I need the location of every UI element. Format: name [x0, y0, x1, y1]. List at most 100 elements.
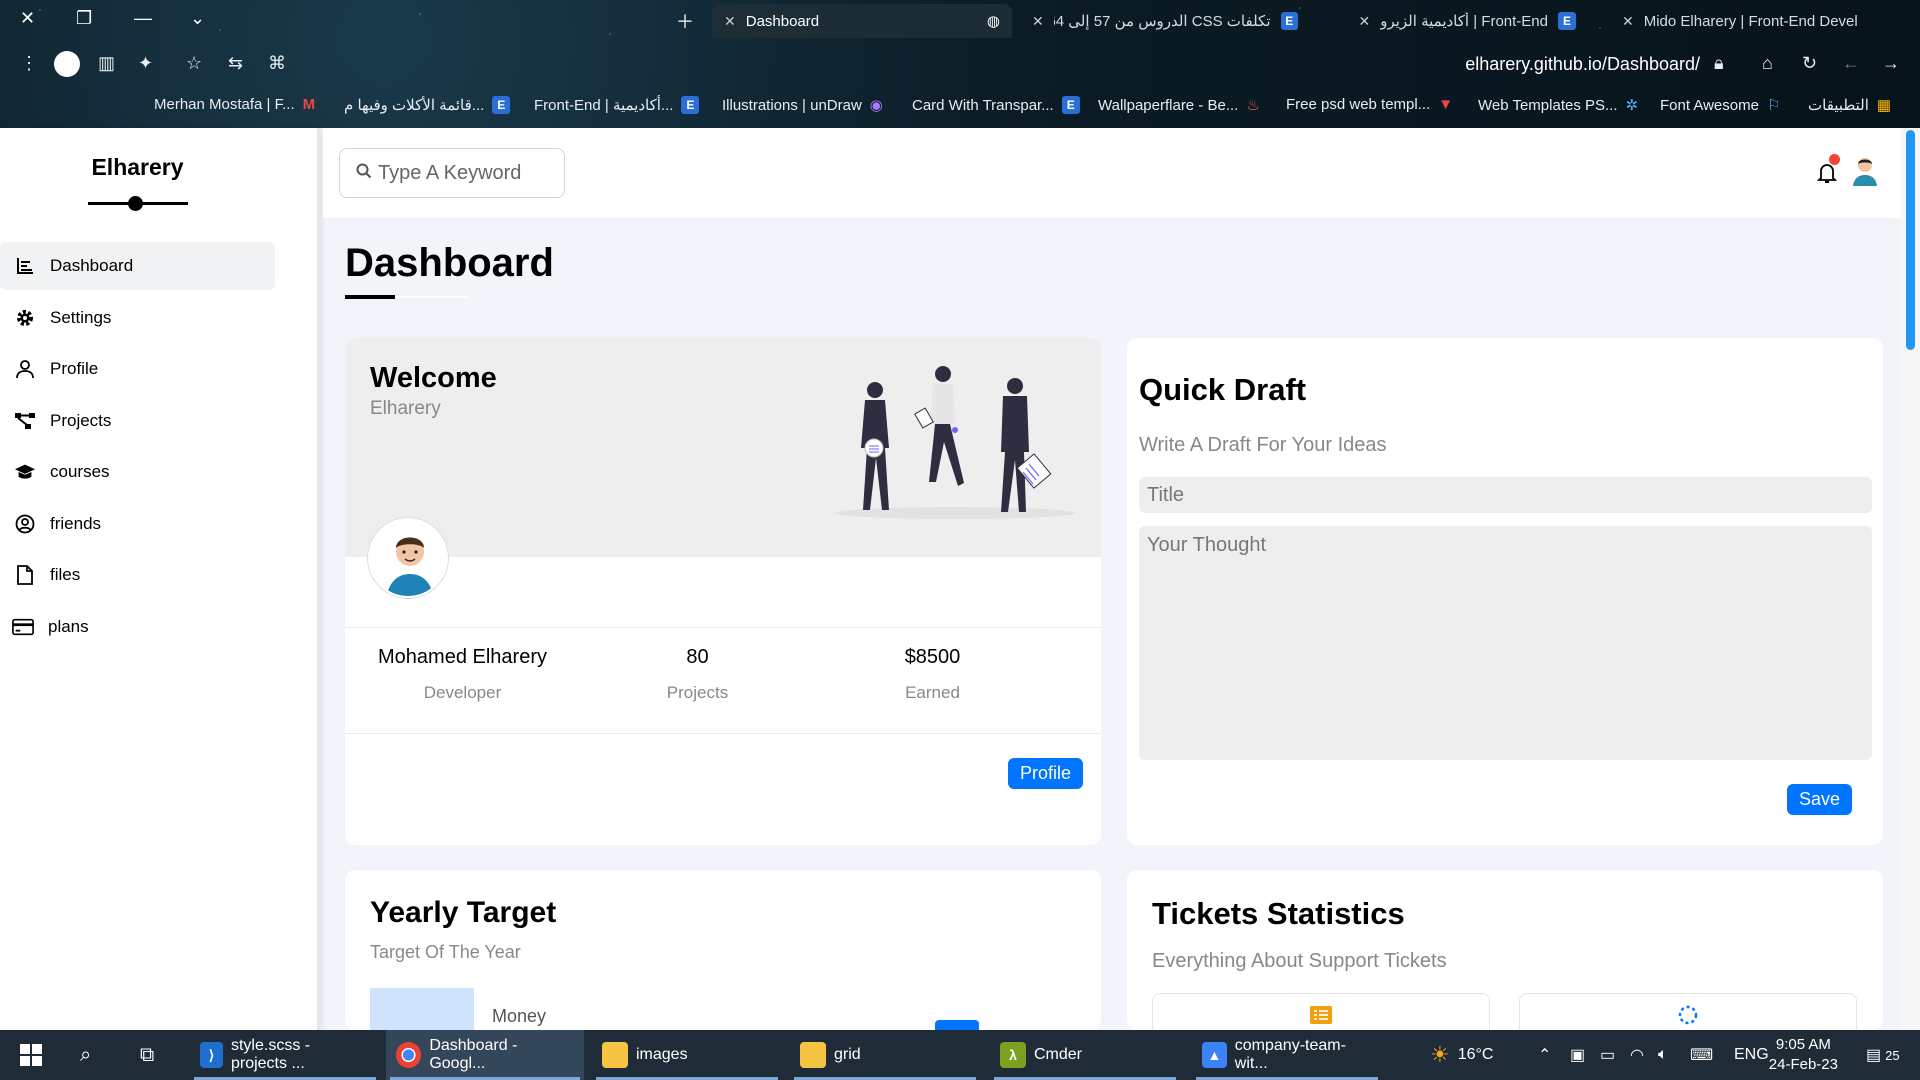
stat-label: Developer [423, 683, 502, 702]
sidebar-item-friends[interactable]: friends [0, 500, 290, 548]
bookmark-item[interactable]: قائمة الأكلات وفيها م... E [344, 96, 511, 114]
taskbar-app-cmder[interactable]: λ Cmder [990, 1030, 1180, 1080]
bookmark-item[interactable]: Wallpaperflare - Be... ♨ [1098, 96, 1260, 115]
start-button[interactable] [10, 1030, 52, 1080]
file-icon [14, 565, 36, 585]
lock-icon[interactable]: 🔒︎ [1714, 53, 1724, 74]
tab-mido-elharery[interactable]: ✕ Mido Elharery | Front-End Devel [1610, 4, 1910, 38]
taskbar-app-image-viewer[interactable]: ▲ company-team-wit... [1192, 1030, 1382, 1080]
new-tab-icon[interactable]: ＋ [676, 8, 694, 34]
bookmark-item[interactable]: Card With Transpar... E [912, 96, 1080, 114]
sidebar-item-label: Dashboard [50, 256, 134, 275]
sidebar-toggle-icon[interactable]: ▥ [98, 53, 115, 74]
tab-search-icon[interactable]: ⌄ [190, 8, 205, 29]
sidebar-item-courses[interactable]: courses [0, 448, 290, 496]
avatar[interactable] [1851, 156, 1879, 191]
notification-center[interactable]: ▤ 25 [1866, 1030, 1900, 1080]
tickets-title: Tickets Statistics [1152, 896, 1405, 931]
bell-icon [1816, 164, 1838, 188]
taskbar-app-chrome[interactable]: Dashboard - Googl... [386, 1030, 584, 1080]
save-button[interactable]: Save [1787, 784, 1853, 815]
tab-zero-academy[interactable]: E Front-End | أكاديمية الزيرو ✕ [1318, 4, 1588, 38]
show-hidden-icons[interactable]: ⌃ [1538, 1030, 1551, 1080]
language-indicator[interactable]: ENG [1734, 1030, 1769, 1080]
folder-icon [800, 1042, 826, 1068]
extensions-icon[interactable]: ✦ [138, 53, 153, 74]
keyboard-icon[interactable]: ⌨ [1690, 1030, 1713, 1080]
home-icon[interactable]: ⌂ [1762, 53, 1773, 74]
taskbar-app-vscode[interactable]: ⟩ style.scss - projects ... [190, 1030, 380, 1080]
draft-thought-textarea[interactable] [1139, 526, 1872, 760]
meet-icon[interactable]: ▣ [1570, 1030, 1585, 1080]
bookmark-star-icon[interactable]: ☆ [186, 53, 202, 74]
wifi-icon[interactable]: ◠ [1630, 1030, 1644, 1080]
chat-icon: ▤ [1866, 1047, 1882, 1064]
sidebar-item-settings[interactable]: Settings [0, 294, 290, 342]
draft-title-input[interactable] [1139, 477, 1872, 513]
scrollbar-thumb[interactable] [1906, 130, 1915, 350]
yearly-subtitle: Target Of The Year [370, 942, 521, 962]
welcome-card: Welcome Elharery Mohamed Elharery Develo… [345, 338, 1101, 845]
reload-icon[interactable]: ↻ [1802, 53, 1817, 74]
back-icon[interactable]: → [1882, 53, 1900, 74]
close-window-icon[interactable]: ✕ [20, 8, 35, 29]
yearly-title: Yearly Target [370, 896, 557, 929]
profile-button[interactable]: Profile [1008, 758, 1084, 789]
close-tab-icon[interactable]: ✕ [1358, 13, 1370, 30]
menu-dots-icon[interactable]: ⋮ [20, 53, 38, 74]
m-favicon-icon: M [302, 96, 316, 113]
bookmarks-bar: Merhan Mostafa | F... M قائمة الأكلات وفي… [0, 92, 1920, 120]
minimize-window-icon[interactable]: — [134, 8, 152, 29]
clock-time: 9:05 AM [1775, 1036, 1831, 1053]
sidebar-item-projects[interactable]: Projects [0, 397, 290, 445]
ticket-stat-box [1152, 993, 1490, 1030]
welcome-banner: Welcome Elharery [345, 338, 1101, 557]
top-header [323, 128, 1901, 218]
forward-icon[interactable]: ← [1842, 53, 1860, 74]
tab-dashboard[interactable]: ✕ Dashboard ◍ [712, 4, 1012, 38]
bookmark-item[interactable]: Merhan Mostafa | F... M [154, 96, 315, 113]
tab-bar: ✕ ❐ — ⌄ ＋ ✕ Dashboard ◍ E تكلفات CSS الد… [0, 0, 1920, 40]
close-tab-icon[interactable]: ✕ [1622, 13, 1634, 30]
search-box[interactable] [339, 148, 565, 198]
bookmark-item[interactable]: Illustrations | unDraw ◉ [722, 96, 883, 115]
system-clock[interactable]: 9:05 AM 24-Feb-23 [1769, 1035, 1838, 1075]
sidebar-item-profile[interactable]: Profile [0, 345, 290, 393]
url-text[interactable]: elharery.github.io/Dashboard/ [1465, 54, 1700, 75]
notification-dot [1829, 154, 1840, 165]
temperature: 16°C [1457, 1046, 1494, 1063]
bookmark-item[interactable]: Font Awesome ⚐ [1660, 96, 1780, 115]
globe-icon: ◍ [986, 13, 1000, 30]
battery-icon[interactable]: ▭ [1600, 1030, 1615, 1080]
chart-icon [14, 257, 36, 275]
sidebar-item-plans[interactable]: plans [0, 603, 290, 651]
profile-avatar-icon[interactable] [54, 51, 80, 77]
sidebar-item-label: courses [50, 462, 110, 481]
translate-icon[interactable]: ⌘ [268, 53, 286, 74]
volume-icon[interactable]: 🔈︎ [1658, 1030, 1668, 1080]
weather-widget[interactable]: ☀ 16°C [1430, 1030, 1493, 1080]
close-tab-icon[interactable]: ✕ [1032, 13, 1044, 30]
bookmark-label: Free psd web templ... [1286, 96, 1431, 113]
bookmark-label: Card With Transpar... [912, 96, 1054, 114]
page-scrollbar[interactable] [1901, 128, 1920, 1030]
list-icon [1310, 1006, 1332, 1029]
search-icon[interactable]: ⌕ [70, 1030, 101, 1080]
sidebar-item-dashboard[interactable]: Dashboard [0, 242, 275, 290]
bookmark-label: Web Templates PS... [1478, 96, 1618, 114]
sidebar-item-files[interactable]: files [0, 551, 290, 599]
tab-css-lessons[interactable]: E تكلفات CSS الدروس من 57 إلى 64 ✕ [1020, 4, 1310, 38]
stat-earned: $8500 Earned [815, 646, 1050, 703]
share-icon[interactable]: ⇆ [228, 53, 243, 74]
restore-window-icon[interactable]: ❐ [76, 8, 92, 29]
task-view-icon[interactable]: ⧉ [130, 1030, 164, 1080]
bookmark-item[interactable]: Web Templates PS... ✲ [1478, 96, 1638, 115]
taskbar-app-images[interactable]: images [592, 1030, 782, 1080]
bookmark-item[interactable]: Free psd web templ... ▼ [1286, 96, 1453, 113]
close-tab-icon[interactable]: ✕ [724, 13, 736, 30]
taskbar-app-grid[interactable]: grid [790, 1030, 980, 1080]
bookmark-item[interactable]: Front-End | أكاديمية... E [534, 96, 700, 114]
search-input[interactable] [378, 161, 558, 185]
apps-bookmark[interactable]: التطبيقات ▦ [1808, 96, 1891, 114]
notifications-button[interactable] [1816, 154, 1840, 189]
